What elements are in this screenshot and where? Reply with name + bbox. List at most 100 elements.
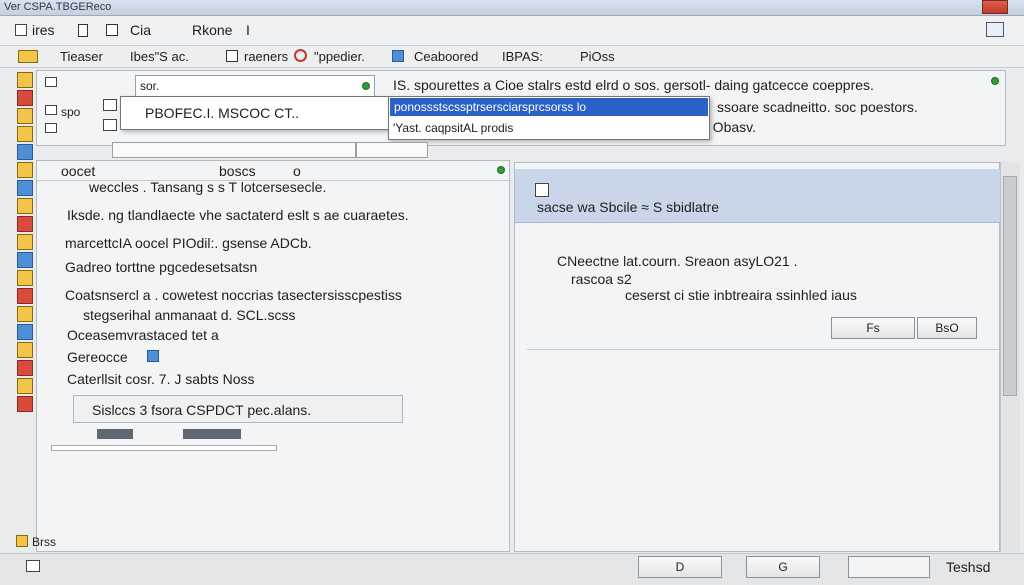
status-right-text: Teshsd: [946, 559, 991, 575]
progress-track: [51, 445, 277, 451]
window-icon[interactable]: [45, 77, 57, 87]
title-bar: Ver CSPA.TBGEReco: [0, 0, 1024, 16]
folder-icon[interactable]: [17, 270, 33, 286]
folder-icon[interactable]: [17, 342, 33, 358]
list-item[interactable]: marcettcIA oocel PIOdil:. gsense ADCb.: [65, 235, 312, 251]
status-button-2-label: G: [778, 560, 788, 574]
toolbar-item-2[interactable]: Ibes"S ac.: [130, 49, 189, 64]
app-icon: [15, 24, 27, 36]
sub-field[interactable]: [112, 142, 356, 158]
red-doc-icon[interactable]: [17, 360, 33, 376]
dialog-header: sacse wa Sbcile ≈ S sbidlatre: [515, 169, 1001, 223]
dialog-text-2: rascoa s2: [571, 271, 632, 287]
blue-doc-icon[interactable]: [17, 324, 33, 340]
status-dot: [362, 82, 370, 90]
vertical-scrollbar[interactable]: [1000, 162, 1020, 552]
list-header-mid[interactable]: boscs: [219, 163, 256, 179]
list-footer-text: Sislccs 3 fsora CSPDCT pec.alans.: [92, 402, 312, 418]
list-item[interactable]: Oceasemvrastaced tet a: [67, 327, 219, 343]
dialog-text-1: CNeectne lat.courn. Sreaon asyLO21 .: [557, 253, 798, 269]
dropdown-menu: ponossstscssptrsersciarsprcsorss lo 'Yas…: [388, 96, 710, 140]
menu-item-cia[interactable]: Cia: [130, 22, 151, 38]
blue-doc-icon[interactable]: [17, 144, 33, 160]
window-icon[interactable]: [45, 123, 57, 133]
folder-icon[interactable]: [17, 306, 33, 322]
red-doc-icon[interactable]: [17, 396, 33, 412]
list-footer-box: Sislccs 3 fsora CSPDCT pec.alans.: [73, 395, 403, 423]
menu-item-rkone[interactable]: Rkone: [192, 22, 232, 38]
status-icon: [26, 560, 40, 572]
list-item[interactable]: stegserihal anmanaat d. SCL.scss: [83, 307, 295, 323]
list-item[interactable]: weccles . Tansang s s T lotcersesecle.: [89, 179, 326, 195]
field-value: sor.: [140, 79, 160, 93]
dialog-panel: sacse wa Sbcile ≈ S sbidlatre CNeectne l…: [514, 162, 1001, 552]
small-grid-icon[interactable]: [103, 119, 117, 131]
divider: [527, 349, 1001, 350]
ok-button-label: Fs: [866, 321, 880, 335]
folder-icon[interactable]: [17, 126, 33, 142]
left-icon-rail: [14, 68, 36, 428]
toolbar-item-6[interactable]: IBPAS:: [502, 49, 543, 64]
folder-icon[interactable]: [17, 72, 33, 88]
status-bar: D G Teshsd: [0, 553, 1024, 585]
status-dot: [497, 166, 505, 174]
small-grid-icon[interactable]: [103, 99, 117, 111]
sub-field[interactable]: [356, 142, 428, 158]
list-header-left[interactable]: oocet: [61, 163, 95, 179]
list-header-right[interactable]: o: [293, 163, 301, 179]
status-button-2[interactable]: G: [746, 556, 820, 578]
toolbar-item-1[interactable]: Tieaser: [60, 49, 103, 64]
window-icon[interactable]: [45, 105, 57, 115]
menu-item-sep[interactable]: I: [246, 22, 250, 38]
dropdown-header: PBOFEC.I. MSCOC CT..: [145, 105, 300, 121]
secondary-button-label: BsO: [935, 321, 959, 335]
list-item[interactable]: Coatsnsercl a . cowetest noccrias tasect…: [65, 287, 402, 303]
list-item[interactable]: Gereocce: [67, 349, 128, 365]
row-label: spo: [61, 105, 81, 119]
page-icon[interactable]: [226, 50, 238, 62]
field-input[interactable]: sor.: [135, 75, 375, 97]
dialog-title: sacse wa Sbcile ≈ S sbidlatre: [537, 199, 719, 215]
blue-square-icon[interactable]: [392, 50, 404, 62]
red-doc-icon[interactable]: [17, 288, 33, 304]
toolbar-item-5[interactable]: Ceaboored: [414, 49, 478, 64]
toolbar-item-3[interactable]: raeners: [244, 49, 288, 64]
status-dot: [991, 77, 999, 85]
dropdown-item[interactable]: 'Yast. caqpsitAL prodis: [393, 121, 513, 135]
folder-icon[interactable]: [17, 108, 33, 124]
status-left-text: Brss: [32, 535, 56, 549]
list-item[interactable]: Caterllsit cosr. 7. J sabts Noss: [67, 371, 255, 387]
status-button-1[interactable]: D: [638, 556, 722, 578]
blue-square-icon[interactable]: [147, 350, 159, 362]
window-title: Ver CSPA.TBGEReco: [4, 1, 112, 13]
grid-icon[interactable]: [106, 24, 118, 36]
red-doc-icon[interactable]: [17, 90, 33, 106]
toolbar-item-4[interactable]: "ppedier.: [314, 49, 365, 64]
red-doc-icon[interactable]: [17, 216, 33, 232]
record-icon[interactable]: [294, 49, 307, 62]
folder-icon[interactable]: [16, 535, 28, 547]
folder-icon[interactable]: [18, 50, 38, 63]
toolbar: Tieaser Ibes"S ac. raeners "ppedier. Cea…: [0, 46, 1024, 68]
folder-icon[interactable]: [17, 198, 33, 214]
list-item[interactable]: Gadreo torttne pgcedesetsatsn: [65, 259, 257, 275]
blue-doc-icon[interactable]: [17, 180, 33, 196]
mini-bar: [97, 429, 133, 439]
status-field[interactable]: [848, 556, 930, 578]
document-icon[interactable]: [78, 24, 88, 37]
toolbar-item-7[interactable]: PiOss: [580, 49, 615, 64]
close-button[interactable]: [982, 0, 1008, 14]
scrollbar-thumb[interactable]: [1003, 176, 1017, 396]
folder-icon[interactable]: [17, 162, 33, 178]
blue-doc-icon[interactable]: [17, 252, 33, 268]
folder-icon[interactable]: [17, 234, 33, 250]
maximize-icon[interactable]: [986, 22, 1004, 37]
info-text-1: IS. spourettes a Cioe stalrs estd elrd o…: [393, 77, 874, 93]
dropdown-item-selected[interactable]: ponossstscssptrsersciarsprcsorss lo: [390, 98, 708, 116]
ok-button[interactable]: Fs: [831, 317, 915, 339]
list-item[interactable]: Iksde. ng tlandlaecte vhe sactaterd eslt…: [67, 207, 409, 223]
dropdown-header-box[interactable]: PBOFEC.I. MSCOC CT..: [120, 96, 392, 130]
menu-item-ires[interactable]: ires: [32, 22, 55, 38]
secondary-button[interactable]: BsO: [917, 317, 977, 339]
folder-icon[interactable]: [17, 378, 33, 394]
